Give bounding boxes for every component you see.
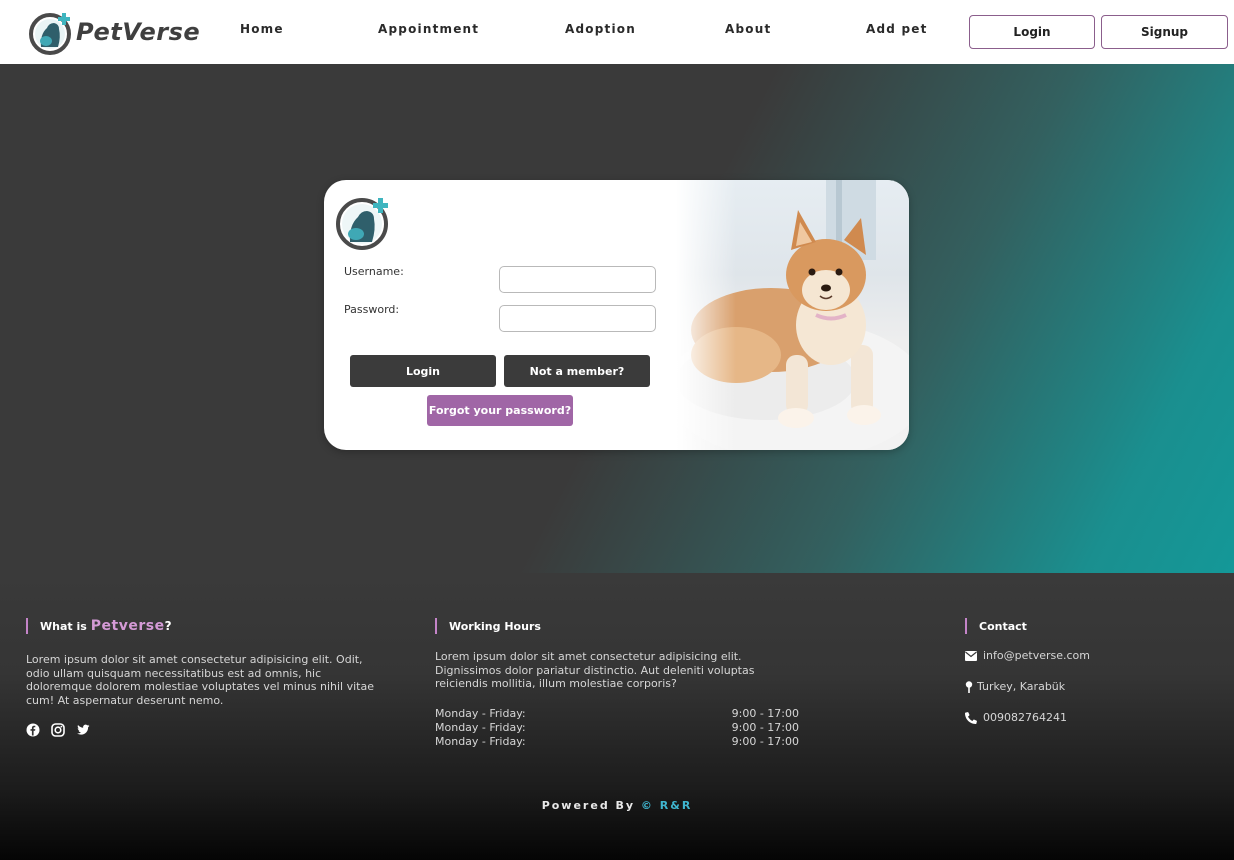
hours-heading-text: Working Hours: [449, 619, 541, 633]
envelope-icon: [965, 650, 977, 661]
login-card: Username: Password: Login Not a member? …: [324, 180, 909, 450]
hours-row: Monday - Friday: 9:00 - 17:00: [435, 735, 799, 748]
nav-adoption[interactable]: Adoption: [565, 22, 636, 36]
about-heading-brand: Petverse: [90, 618, 165, 634]
hours-time: 9:00 - 17:00: [731, 707, 799, 720]
hours-day: Monday - Friday:: [435, 707, 526, 720]
hours-heading: Working Hours: [435, 618, 541, 634]
photo-fade: [676, 180, 736, 450]
brand-name: PetVerse: [76, 18, 201, 46]
login-button[interactable]: Login: [350, 355, 496, 387]
contact-heading: Contact: [965, 618, 1027, 634]
username-label: Username:: [344, 265, 404, 278]
hours-time: 9:00 - 17:00: [731, 735, 799, 748]
instagram-icon[interactable]: [51, 723, 65, 737]
contact-location: Turkey, Karabük: [965, 680, 1065, 693]
facebook-icon[interactable]: [26, 723, 40, 737]
about-heading-suffix: ?: [164, 619, 172, 633]
nav-about[interactable]: About: [725, 22, 771, 36]
hours-day: Monday - Friday:: [435, 721, 526, 734]
header-login-button[interactable]: Login: [969, 15, 1095, 49]
hours-time: 9:00 - 17:00: [731, 721, 799, 734]
petverse-logo-icon: [29, 13, 71, 55]
powered-by-brand[interactable]: © R&R: [641, 799, 692, 812]
header-signup-button[interactable]: Signup: [1101, 15, 1228, 49]
contact-email-text: info@petverse.com: [983, 649, 1090, 662]
powered-by: Powered By © R&R: [0, 799, 1234, 812]
not-a-member-button[interactable]: Not a member?: [504, 355, 650, 387]
footer: What is Petverse ? Lorem ipsum dolor sit…: [0, 573, 1234, 860]
hero-section: Username: Password: Login Not a member? …: [0, 64, 1234, 573]
hours-row: Monday - Friday: 9:00 - 17:00: [435, 721, 799, 734]
contact-email[interactable]: info@petverse.com: [965, 649, 1090, 662]
about-heading-prefix: What is: [40, 619, 87, 633]
twitter-icon[interactable]: [76, 723, 90, 737]
top-navbar: PetVerse Home Appointment Adoption About…: [0, 0, 1234, 64]
contact-location-text: Turkey, Karabük: [977, 680, 1066, 693]
hours-day: Monday - Friday:: [435, 735, 526, 748]
about-text: Lorem ipsum dolor sit amet consectetur a…: [26, 653, 374, 707]
nav-appointment[interactable]: Appointment: [378, 22, 479, 36]
password-input[interactable]: [499, 305, 656, 332]
nav-home[interactable]: Home: [240, 22, 284, 36]
forgot-password-button[interactable]: Forgot your password?: [427, 395, 573, 426]
hours-text: Lorem ipsum dolor sit amet consectetur a…: [435, 650, 755, 690]
contact-phone-text: 009082764241: [983, 711, 1067, 724]
brand[interactable]: PetVerse: [28, 6, 200, 58]
about-heading: What is Petverse ?: [26, 618, 172, 634]
nav-add-pet[interactable]: Add pet: [866, 22, 928, 36]
username-input[interactable]: [499, 266, 656, 293]
phone-icon: [965, 711, 977, 724]
hours-row: Monday - Friday: 9:00 - 17:00: [435, 707, 799, 720]
contact-phone[interactable]: 009082764241: [965, 711, 1067, 724]
petverse-logo-icon: [336, 198, 388, 250]
powered-by-prefix: Powered By: [541, 799, 636, 812]
contact-heading-text: Contact: [979, 619, 1027, 633]
password-label: Password:: [344, 303, 400, 316]
map-pin-icon: [965, 680, 973, 693]
